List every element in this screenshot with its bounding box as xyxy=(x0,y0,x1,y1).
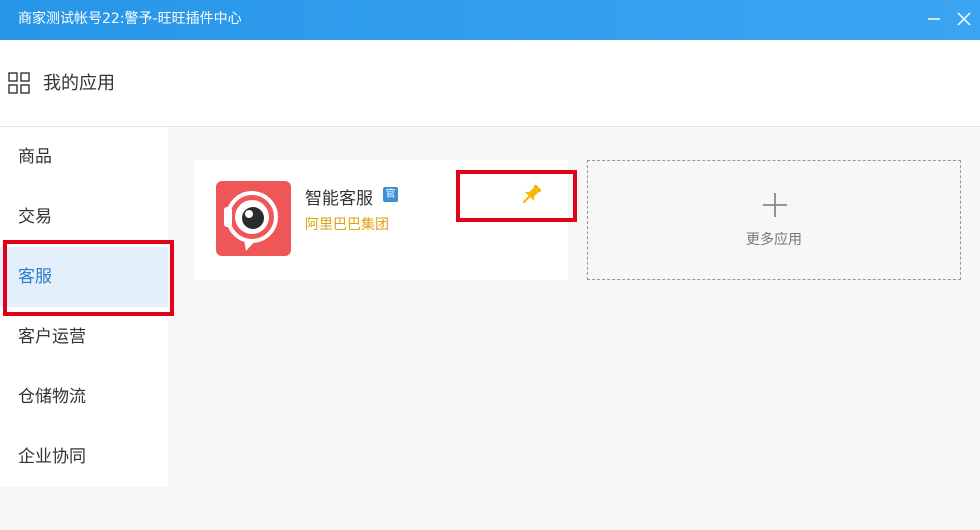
more-apps-button[interactable]: 更多应用 xyxy=(587,160,961,280)
sidebar-item-trade[interactable]: 交易 xyxy=(0,187,168,247)
close-icon xyxy=(957,12,971,26)
app-card-smart-service[interactable]: 智能客服 官 阿里巴巴集团 xyxy=(194,160,568,280)
sidebar-item-customer-service[interactable]: 客服 xyxy=(0,247,168,307)
page-title: 我的应用 xyxy=(43,73,115,94)
window-title: 商家测试帐号22:警予-旺旺插件中心 xyxy=(18,11,242,27)
close-button[interactable] xyxy=(950,6,978,32)
sidebar-item-customer-operation[interactable]: 客户运营 xyxy=(0,307,168,367)
plus-icon xyxy=(763,193,787,217)
pin-button[interactable] xyxy=(518,182,544,208)
sidebar-item-label: 商品 xyxy=(18,147,52,167)
sidebar-item-label: 交易 xyxy=(18,207,52,227)
smart-service-eye-icon xyxy=(216,181,291,256)
minimize-button[interactable] xyxy=(920,6,948,32)
sidebar-item-collaboration[interactable]: 企业协同 xyxy=(0,427,168,487)
more-apps-label: 更多应用 xyxy=(746,232,802,248)
app-vendor: 阿里巴巴集团 xyxy=(305,217,389,233)
sidebar-item-goods[interactable]: 商品 xyxy=(0,127,168,187)
sidebar-item-label: 客户运营 xyxy=(18,327,86,347)
official-badge: 官 xyxy=(383,187,398,202)
app-name: 智能客服 xyxy=(305,189,373,209)
sidebar-item-logistics[interactable]: 仓储物流 xyxy=(0,367,168,427)
sidebar-item-label: 仓储物流 xyxy=(18,387,86,407)
apps-grid-icon xyxy=(8,72,30,94)
page-header: 我的应用 xyxy=(0,40,980,127)
pin-icon xyxy=(522,184,542,204)
sidebar-item-label: 企业协同 xyxy=(18,447,86,467)
window-titlebar: 商家测试帐号22:警予-旺旺插件中心 xyxy=(0,0,980,40)
sidebar-item-label: 客服 xyxy=(18,267,52,287)
category-sidebar: 商品 交易 客服 客户运营 仓储物流 企业协同 xyxy=(0,127,168,487)
minimize-icon xyxy=(928,18,940,20)
